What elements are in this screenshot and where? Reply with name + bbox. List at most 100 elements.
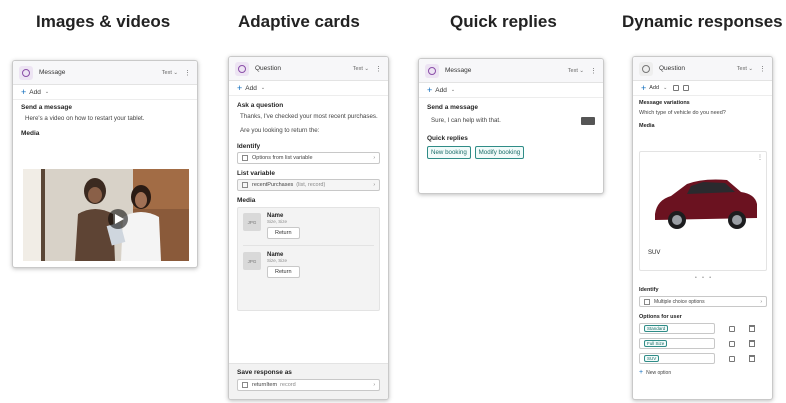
media-label: Media bbox=[639, 123, 655, 129]
card-header: Question Text ⌄ ⋮ bbox=[229, 57, 388, 81]
message-card-quick-replies[interactable]: Message Text ⌄ ⋮ + Add ⌄ Send a message … bbox=[418, 58, 604, 194]
question-icon bbox=[639, 61, 653, 76]
chevron-down-icon: ⌄ bbox=[44, 89, 50, 95]
chevron-right-icon: › bbox=[373, 382, 375, 388]
question-text-1[interactable]: Thanks, I've checked your most recent pu… bbox=[237, 112, 380, 121]
message-text[interactable]: Here's a video on how to restart your ta… bbox=[21, 114, 189, 123]
save-response-label: Save response as bbox=[237, 369, 292, 376]
carousel-menu-icon[interactable]: ⋮ bbox=[757, 154, 763, 161]
list-variable-field[interactable]: recentPurchases (list, record) › bbox=[237, 179, 380, 191]
chevron-right-icon: › bbox=[373, 155, 375, 161]
item-sub: Size, Size bbox=[267, 219, 288, 224]
more-options-icon[interactable]: ⋮ bbox=[759, 65, 766, 73]
variable-icon bbox=[242, 382, 248, 388]
list-icon bbox=[644, 298, 650, 305]
plus-icon: + bbox=[427, 85, 433, 95]
carousel-dots[interactable]: • • • bbox=[695, 275, 713, 281]
new-option-label: New option bbox=[646, 369, 672, 376]
identify-select[interactable]: Options from list variable › bbox=[237, 152, 380, 164]
option-field[interactable]: SUV bbox=[639, 353, 715, 364]
text-type-dropdown[interactable]: Text ⌄ bbox=[162, 70, 178, 76]
message-text[interactable]: Sure, I can help with that. bbox=[431, 116, 501, 125]
chevron-down-icon: ⌄ bbox=[450, 87, 456, 93]
save-response-field[interactable]: returnItem record › bbox=[237, 379, 380, 391]
question-text-2[interactable]: Are you looking to return the: bbox=[237, 126, 380, 135]
copy-icon[interactable] bbox=[729, 340, 735, 347]
page: { "titles": ["Images & videos", "Adaptiv… bbox=[0, 0, 786, 403]
plus-icon: + bbox=[641, 83, 647, 93]
media-item: JPG Name Size, Size Return bbox=[243, 245, 374, 278]
title-adaptive-cards: Adaptive cards bbox=[238, 12, 360, 31]
chevron-down-icon: ⌄ bbox=[260, 85, 266, 91]
add-button[interactable]: + Add ⌄ bbox=[419, 83, 603, 98]
add-button[interactable]: + Add ⌄ bbox=[13, 85, 197, 100]
identify-select[interactable]: Multiple choice options › bbox=[639, 296, 767, 307]
card-header-title: Question bbox=[255, 65, 282, 72]
option-field[interactable]: Standard bbox=[639, 323, 715, 334]
card-header: Message Text ⌄ ⋮ bbox=[13, 61, 197, 85]
quick-reply-chip[interactable]: Modify booking bbox=[474, 146, 525, 159]
keyboard-icon[interactable] bbox=[581, 116, 595, 125]
text-type-dropdown[interactable]: Text ⌄ bbox=[737, 66, 753, 72]
copy-icon[interactable] bbox=[729, 325, 735, 332]
save-response-section: Save response as returnItem record › bbox=[229, 363, 388, 399]
quick-reply-chip[interactable]: New booking bbox=[427, 146, 471, 159]
plus-icon: + bbox=[237, 83, 243, 93]
identify-label: Identify bbox=[237, 143, 261, 150]
title-quick-replies: Quick replies bbox=[450, 12, 557, 31]
add-button[interactable]: + Add ⌄ bbox=[229, 81, 388, 96]
ask-question-label: Ask a question bbox=[237, 102, 284, 109]
message-variations-label: Message variations bbox=[639, 100, 690, 106]
plus-icon: + bbox=[639, 369, 644, 376]
media-label: Media bbox=[237, 197, 256, 204]
return-button[interactable]: Return bbox=[267, 227, 300, 239]
plus-icon: + bbox=[21, 87, 27, 97]
add-button[interactable]: + Add ⌄ bbox=[633, 81, 772, 96]
add-button-label: Add bbox=[649, 85, 660, 91]
chevron-right-icon: › bbox=[760, 298, 762, 305]
video-thumbnail[interactable] bbox=[23, 169, 189, 261]
option-row: Full Size bbox=[639, 338, 767, 349]
image-placeholder-icon: JPG bbox=[243, 252, 261, 270]
list-variable-type: (list, record) bbox=[296, 182, 326, 188]
title-dynamic-responses: Dynamic responses bbox=[622, 12, 783, 31]
card-header-title: Question bbox=[659, 65, 686, 72]
identify-value: Options from list variable bbox=[252, 155, 313, 161]
question-card-dynamic[interactable]: Question Text ⌄ ⋮ + Add ⌄ Message variat… bbox=[632, 56, 773, 400]
question-card-adaptive[interactable]: Question Text ⌄ ⋮ + Add ⌄ Ask a question… bbox=[228, 56, 389, 400]
options-label: Options for user bbox=[639, 314, 682, 320]
car-image bbox=[655, 179, 757, 229]
quick-reply-list: New booking Modify booking bbox=[427, 146, 595, 159]
message-card-images[interactable]: Message Text ⌄ ⋮ + Add ⌄ Send a message … bbox=[12, 60, 198, 268]
variable-icon bbox=[242, 182, 248, 188]
image-icon[interactable] bbox=[673, 85, 680, 91]
text-type-dropdown[interactable]: Text ⌄ bbox=[568, 68, 584, 74]
new-option-button[interactable]: + New option bbox=[639, 369, 767, 376]
list-variable-label: List variable bbox=[237, 170, 275, 177]
text-type-dropdown[interactable]: Text ⌄ bbox=[353, 66, 369, 72]
trash-icon[interactable] bbox=[749, 325, 755, 332]
message-icon bbox=[19, 65, 33, 80]
trash-icon[interactable] bbox=[749, 355, 755, 362]
option-chip: SUV bbox=[644, 355, 660, 362]
add-button-label: Add bbox=[435, 86, 447, 94]
copy-icon[interactable] bbox=[729, 355, 735, 362]
option-row: Standard bbox=[639, 323, 767, 334]
trash-icon[interactable] bbox=[749, 340, 755, 347]
more-options-icon[interactable]: ⋮ bbox=[184, 69, 191, 77]
option-field[interactable]: Full Size bbox=[639, 338, 715, 349]
more-options-icon[interactable]: ⋮ bbox=[590, 67, 597, 75]
save-response-type: record bbox=[280, 382, 296, 388]
chevron-right-icon: › bbox=[373, 182, 375, 188]
card-icon[interactable] bbox=[683, 85, 690, 91]
question-text[interactable]: Which type of vehicle do you need? bbox=[639, 110, 766, 116]
identify-value: Multiple choice options bbox=[654, 298, 705, 305]
media-carousel[interactable]: ⋮ SUV bbox=[639, 151, 767, 271]
more-options-icon[interactable]: ⋮ bbox=[375, 65, 382, 73]
card-header: Message Text ⌄ ⋮ bbox=[419, 59, 603, 83]
option-row: SUV bbox=[639, 353, 767, 364]
add-button-label: Add bbox=[245, 84, 257, 92]
card-header-title: Message bbox=[39, 69, 66, 76]
return-button[interactable]: Return bbox=[267, 266, 300, 278]
send-message-label: Send a message bbox=[21, 104, 72, 111]
